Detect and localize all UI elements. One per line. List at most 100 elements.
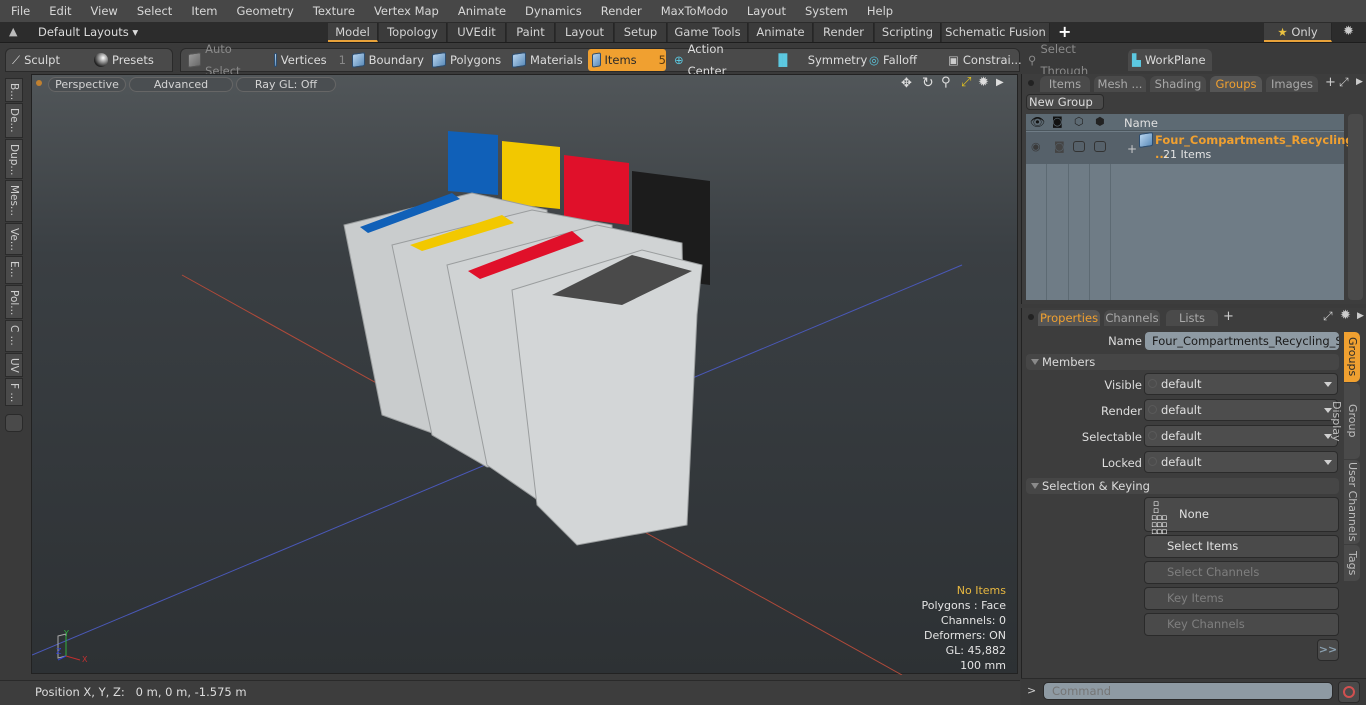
select-items-button[interactable]: Select Items: [1144, 535, 1339, 558]
viewport-more-arrow-icon[interactable]: ▶: [996, 77, 1004, 88]
tab-model[interactable]: Model: [328, 23, 378, 42]
select-through-button[interactable]: ⚲ Select Through: [1024, 42, 1124, 78]
record-button[interactable]: [1338, 681, 1360, 703]
side-tab-user-channels[interactable]: User Channels: [1344, 460, 1360, 544]
lock-header-icon[interactable]: ⬢: [1095, 115, 1105, 128]
auto-select-button[interactable]: Auto Select: [184, 42, 266, 78]
menu-layout[interactable]: Layout: [736, 0, 794, 22]
tab-items[interactable]: Items: [1040, 76, 1090, 92]
symmetry-button[interactable]: ▐▌ Symmetry: [770, 49, 867, 71]
tab-uvedit[interactable]: UVEdit: [448, 23, 506, 42]
menu-item[interactable]: Item: [180, 0, 225, 22]
tab-lists[interactable]: Lists: [1166, 310, 1218, 326]
command-input[interactable]: [1043, 682, 1333, 700]
menu-geometry[interactable]: Geometry: [226, 0, 302, 22]
key-items-button[interactable]: Key Items: [1144, 587, 1339, 610]
action-center-button[interactable]: ⊕ Action Center: [670, 42, 766, 78]
menu-view[interactable]: View: [80, 0, 126, 22]
tab-setup[interactable]: Setup: [615, 23, 667, 42]
properties-gear-icon[interactable]: ✹: [1340, 308, 1351, 323]
boundary-button[interactable]: Boundary: [348, 49, 424, 71]
rotate-icon[interactable]: ↻: [922, 75, 934, 91]
presets-button[interactable]: Presets: [90, 49, 172, 71]
zoom-icon[interactable]: ⚲: [941, 75, 951, 90]
tab-layout[interactable]: Layout: [556, 23, 614, 42]
materials-button[interactable]: Materials: [508, 49, 586, 71]
tab-topology[interactable]: Topology: [379, 23, 447, 42]
members-section[interactable]: Members: [1026, 354, 1339, 370]
left-tool-c[interactable]: C ...: [5, 320, 23, 352]
3d-viewport[interactable]: Perspective Advanced Ray GL: Off ✥ ↻ ⚲ ⤢…: [31, 74, 1018, 675]
left-tool-b[interactable]: B...: [5, 78, 23, 102]
tab-images[interactable]: Images: [1266, 76, 1318, 92]
panel-menu-dot[interactable]: [1028, 80, 1034, 86]
add-properties-tab-button[interactable]: +: [1223, 309, 1234, 324]
menu-edit[interactable]: Edit: [38, 0, 79, 22]
side-tab-group-display[interactable]: Group Display: [1330, 383, 1360, 459]
expand-icon[interactable]: ⤢: [1339, 75, 1349, 90]
side-tab-groups[interactable]: Groups: [1344, 332, 1360, 382]
left-tool-e[interactable]: E...: [5, 256, 23, 284]
items-button[interactable]: Items 5: [588, 49, 666, 71]
left-tool-de[interactable]: De...: [5, 103, 23, 138]
constraints-button[interactable]: ▣ Constrai...: [944, 49, 1022, 71]
group-row[interactable]: ◉ ◙ + Four_Compartments_Recycling ... 21…: [1026, 132, 1354, 164]
tab-mesh[interactable]: Mesh ...: [1094, 76, 1146, 92]
panel-arrow-icon[interactable]: ▶: [1356, 77, 1363, 87]
menu-render[interactable]: Render: [590, 0, 650, 22]
view-perspective-button[interactable]: Perspective: [48, 77, 126, 92]
falloff-button[interactable]: ◎ Falloff: [865, 49, 943, 71]
only-toggle[interactable]: ★ Only: [1264, 23, 1332, 42]
render-header-icon[interactable]: ◙: [1052, 115, 1063, 128]
left-tool-ve[interactable]: Ve...: [5, 223, 23, 255]
workplane-button[interactable]: ▙ WorkPlane: [1128, 49, 1212, 71]
visibility-toggle-icon[interactable]: ◉: [1031, 140, 1041, 153]
side-tab-tags[interactable]: Tags: [1344, 545, 1360, 581]
expand-group-icon[interactable]: +: [1127, 142, 1137, 156]
locked-dropdown[interactable]: default: [1144, 451, 1338, 473]
menu-file[interactable]: File: [0, 0, 38, 22]
new-group-button[interactable]: New Group: [1026, 94, 1104, 110]
left-tool-uv[interactable]: UV: [5, 353, 23, 377]
selection-keying-section[interactable]: Selection & Keying: [1026, 478, 1339, 494]
name-field[interactable]: Four_Compartments_Recycling_Static: [1145, 332, 1339, 350]
selection-set-button[interactable]: ▫ ▫ ▫▫▫ ▫▫▫ ▫▫▫ None: [1144, 497, 1339, 537]
render-toggle-icon[interactable]: ◙: [1054, 140, 1065, 153]
menu-animate[interactable]: Animate: [447, 0, 514, 22]
menu-select[interactable]: Select: [126, 0, 180, 22]
layouts-dropdown[interactable]: Default Layouts ▾: [38, 25, 138, 39]
properties-arrow-icon[interactable]: ▶: [1357, 311, 1364, 321]
select-header-icon[interactable]: ⬡: [1074, 115, 1084, 128]
more-button[interactable]: >>: [1317, 639, 1339, 661]
add-tab-button[interactable]: +: [1325, 75, 1336, 90]
tab-channels[interactable]: Channels: [1104, 310, 1160, 326]
groups-scrollbar[interactable]: [1348, 114, 1363, 300]
left-tool-dup[interactable]: Dup...: [5, 139, 23, 179]
tab-schematic-fusion[interactable]: Schematic Fusion: [942, 23, 1050, 42]
tab-shading[interactable]: Shading: [1150, 76, 1206, 92]
maximize-icon[interactable]: ⤢: [961, 75, 971, 90]
tab-render[interactable]: Render: [814, 23, 874, 42]
gear-icon[interactable]: ✹: [1343, 24, 1354, 39]
polygons-button[interactable]: Polygons: [428, 49, 504, 71]
vertices-button[interactable]: Vertices 1: [270, 49, 346, 71]
shading-advanced-button[interactable]: Advanced: [129, 77, 233, 92]
menu-maxtomodo[interactable]: MaxToModo: [650, 0, 736, 22]
tab-properties[interactable]: Properties: [1038, 310, 1100, 326]
visibility-header-icon[interactable]: 👁: [1030, 115, 1045, 129]
collapse-arrow-icon[interactable]: ▲: [9, 25, 17, 38]
key-channels-button[interactable]: Key Channels: [1144, 613, 1339, 636]
viewport-gear-icon[interactable]: ✹: [978, 75, 989, 90]
visible-dropdown[interactable]: default: [1144, 373, 1338, 395]
left-tool-f[interactable]: F ...: [5, 378, 23, 406]
viewport-menu-dot[interactable]: [36, 80, 42, 86]
select-channels-button[interactable]: Select Channels: [1144, 561, 1339, 584]
menu-help[interactable]: Help: [856, 0, 901, 22]
tab-groups[interactable]: Groups: [1210, 76, 1262, 92]
left-tool-extra[interactable]: [5, 414, 23, 432]
menu-vertex-map[interactable]: Vertex Map: [363, 0, 447, 22]
properties-menu-dot[interactable]: [1028, 314, 1034, 320]
menu-texture[interactable]: Texture: [302, 0, 363, 22]
lock-toggle[interactable]: [1094, 141, 1106, 152]
tab-scripting[interactable]: Scripting: [875, 23, 941, 42]
